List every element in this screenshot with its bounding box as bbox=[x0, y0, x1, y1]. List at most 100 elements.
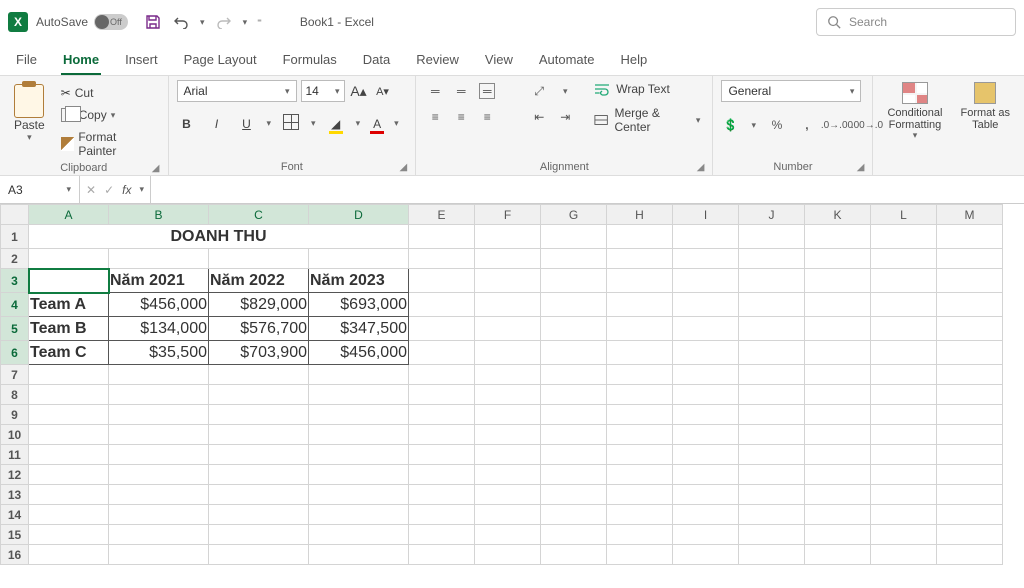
enter-formula-icon[interactable]: ✓ bbox=[104, 183, 114, 197]
cell-A6[interactable]: Team C bbox=[29, 341, 109, 365]
cell-A3[interactable] bbox=[29, 269, 109, 293]
italic-button[interactable]: I bbox=[207, 117, 227, 131]
align-right-icon[interactable]: ≡ bbox=[478, 108, 496, 126]
increase-decimal-icon[interactable]: .0→.00 bbox=[828, 116, 846, 134]
row-header-13[interactable]: 13 bbox=[1, 485, 29, 505]
font-launcher-icon[interactable]: ◢ bbox=[400, 162, 408, 173]
cell-A4[interactable]: Team A bbox=[29, 293, 109, 317]
copy-button[interactable]: Copy ▾ bbox=[57, 106, 160, 124]
row-header-3[interactable]: 3 bbox=[1, 269, 29, 293]
row-header-14[interactable]: 14 bbox=[1, 505, 29, 525]
row-2[interactable]: 2 bbox=[1, 249, 1003, 269]
col-header-H[interactable]: H bbox=[607, 205, 673, 225]
percent-format-icon[interactable]: % bbox=[768, 116, 786, 134]
col-header-C[interactable]: C bbox=[209, 205, 309, 225]
number-format-select[interactable]: General▾ bbox=[721, 80, 861, 102]
row-header-6[interactable]: 6 bbox=[1, 341, 29, 365]
fx-dropdown-icon[interactable]: ▾ bbox=[139, 184, 144, 195]
col-header-B[interactable]: B bbox=[109, 205, 209, 225]
conditional-formatting-button[interactable]: Conditional Formatting ▾ bbox=[881, 80, 948, 143]
redo-dropdown-icon[interactable]: ▾ bbox=[243, 17, 248, 28]
number-launcher-icon[interactable]: ◢ bbox=[857, 162, 865, 173]
row-12[interactable]: 12 bbox=[1, 465, 1003, 485]
cell-title[interactable]: DOANH THU bbox=[29, 225, 409, 249]
cell-A5[interactable]: Team B bbox=[29, 317, 109, 341]
cell-D3[interactable]: Năm 2023 bbox=[309, 269, 409, 293]
col-header-K[interactable]: K bbox=[805, 205, 871, 225]
align-bottom-icon[interactable]: ═ bbox=[478, 82, 496, 100]
tab-review[interactable]: Review bbox=[414, 46, 461, 75]
row-header-5[interactable]: 5 bbox=[1, 317, 29, 341]
tab-data[interactable]: Data bbox=[361, 46, 392, 75]
row-header-15[interactable]: 15 bbox=[1, 525, 29, 545]
merge-center-button[interactable]: Merge & Center ▾ bbox=[590, 104, 704, 136]
bold-button[interactable]: B bbox=[177, 117, 197, 131]
row-header-4[interactable]: 4 bbox=[1, 293, 29, 317]
row-9[interactable]: 9 bbox=[1, 405, 1003, 425]
row-16[interactable]: 16 bbox=[1, 545, 1003, 565]
name-box[interactable]: A3▾ bbox=[0, 176, 80, 203]
col-header-F[interactable]: F bbox=[475, 205, 541, 225]
cell-B3[interactable]: Năm 2021 bbox=[109, 269, 209, 293]
font-name-select[interactable]: Arial▾ bbox=[177, 80, 297, 102]
row-8[interactable]: 8 bbox=[1, 385, 1003, 405]
cancel-formula-icon[interactable]: ✕ bbox=[86, 183, 96, 197]
format-painter-button[interactable]: Format Painter bbox=[57, 128, 160, 160]
row-10[interactable]: 10 bbox=[1, 425, 1003, 445]
comma-format-icon[interactable]: , bbox=[798, 116, 816, 134]
row-13[interactable]: 13 bbox=[1, 485, 1003, 505]
col-header-J[interactable]: J bbox=[739, 205, 805, 225]
font-color-button[interactable]: A bbox=[370, 117, 384, 131]
format-as-table-button[interactable]: Format as Table bbox=[954, 80, 1016, 133]
accounting-format-icon[interactable]: 💲 bbox=[721, 116, 739, 134]
tab-insert[interactable]: Insert bbox=[123, 46, 160, 75]
row-header-1[interactable]: 1 bbox=[1, 225, 29, 249]
font-color-dropdown-icon[interactable]: ▾ bbox=[394, 118, 399, 129]
row-header-8[interactable]: 8 bbox=[1, 385, 29, 405]
autosave-toggle[interactable]: AutoSave Off bbox=[36, 14, 128, 30]
tab-home[interactable]: Home bbox=[61, 46, 101, 75]
tab-page-layout[interactable]: Page Layout bbox=[182, 46, 259, 75]
col-header-E[interactable]: E bbox=[409, 205, 475, 225]
fill-dropdown-icon[interactable]: ▾ bbox=[356, 118, 361, 129]
row-header-16[interactable]: 16 bbox=[1, 545, 29, 565]
row-1[interactable]: 1 DOANH THU bbox=[1, 225, 1003, 249]
borders-dropdown-icon[interactable]: ▾ bbox=[311, 118, 316, 129]
col-header-A[interactable]: A bbox=[29, 205, 109, 225]
row-header-2[interactable]: 2 bbox=[1, 249, 29, 269]
row-5[interactable]: 5 Team B $134,000 $576,700 $347,500 bbox=[1, 317, 1003, 341]
decrease-font-icon[interactable]: A▾ bbox=[373, 85, 393, 98]
increase-indent-icon[interactable]: ⇥ bbox=[556, 108, 574, 126]
col-header-G[interactable]: G bbox=[541, 205, 607, 225]
row-header-11[interactable]: 11 bbox=[1, 445, 29, 465]
row-header-9[interactable]: 9 bbox=[1, 405, 29, 425]
orientation-dropdown-icon[interactable]: ▾ bbox=[563, 86, 568, 97]
borders-button[interactable] bbox=[281, 114, 301, 133]
tab-help[interactable]: Help bbox=[619, 46, 650, 75]
row-11[interactable]: 11 bbox=[1, 445, 1003, 465]
underline-dropdown-icon[interactable]: ▾ bbox=[267, 118, 272, 129]
column-headers[interactable]: A B C D E F G H I J K L M bbox=[1, 205, 1003, 225]
cell-B4[interactable]: $456,000 bbox=[109, 293, 209, 317]
orientation-icon[interactable]: ⤢ bbox=[530, 82, 548, 100]
col-header-I[interactable]: I bbox=[673, 205, 739, 225]
qat-customize-icon[interactable]: ⁼ bbox=[257, 17, 262, 28]
cell-D6[interactable]: $456,000 bbox=[309, 341, 409, 365]
row-header-7[interactable]: 7 bbox=[1, 365, 29, 385]
save-icon[interactable] bbox=[144, 13, 162, 31]
decrease-indent-icon[interactable]: ⇤ bbox=[530, 108, 548, 126]
row-7[interactable]: 7 bbox=[1, 365, 1003, 385]
align-left-icon[interactable]: ≡ bbox=[426, 108, 444, 126]
fx-icon[interactable]: fx bbox=[122, 183, 131, 197]
wrap-text-button[interactable]: Wrap Text bbox=[590, 80, 704, 98]
tab-automate[interactable]: Automate bbox=[537, 46, 597, 75]
accounting-dropdown-icon[interactable]: ▾ bbox=[751, 120, 756, 131]
row-header-12[interactable]: 12 bbox=[1, 465, 29, 485]
spreadsheet-grid[interactable]: A B C D E F G H I J K L M 1 DOANH THU bbox=[0, 204, 1024, 588]
select-all-corner[interactable] bbox=[1, 205, 29, 225]
increase-font-icon[interactable]: A▴ bbox=[349, 83, 369, 100]
col-header-D[interactable]: D bbox=[309, 205, 409, 225]
cell-B6[interactable]: $35,500 bbox=[109, 341, 209, 365]
cell-C6[interactable]: $703,900 bbox=[209, 341, 309, 365]
alignment-launcher-icon[interactable]: ◢ bbox=[697, 162, 705, 173]
